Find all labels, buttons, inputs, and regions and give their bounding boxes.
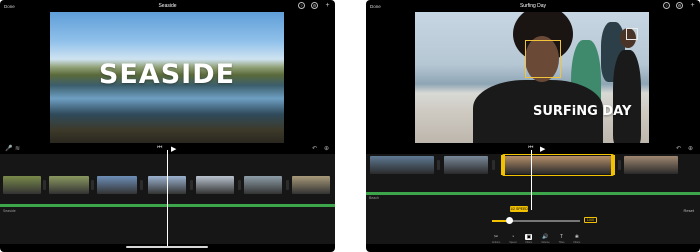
transition-icon[interactable] (140, 180, 143, 190)
add-icon[interactable]: + (324, 2, 331, 9)
tool-actions[interactable]: ✂ Actions (492, 234, 500, 244)
zoom-icon[interactable]: ⊕ (688, 145, 693, 152)
left-ipad-screen: Done Seaside ? ⚙ + SEASIDE 🎤 ≋ ⏮ ▶ ↶ ⊕ S… (0, 0, 335, 252)
undo-icon[interactable]: ↶ (312, 145, 317, 152)
project-title: Seaside (158, 3, 177, 9)
tool-label: Volume (541, 241, 550, 244)
project-title: Surfing Day (519, 3, 547, 9)
right-ipad-screen: Done Surfing Day ? ⚙ + SURFiNG DAY ⏮ ▶ ↶… (366, 0, 700, 252)
speed-value-badge: 1/2 SPEED (510, 206, 528, 212)
skip-start-icon[interactable]: ⏮ (157, 145, 162, 152)
tool-label: Filters (573, 241, 581, 244)
transition-icon[interactable] (190, 180, 193, 190)
transition-icon[interactable] (492, 160, 495, 170)
speed-icon: ◔ (511, 234, 515, 240)
clip-filter-icon: ▣ (525, 234, 533, 240)
clip-thumbnail[interactable] (444, 156, 488, 174)
clip-thumbnail[interactable] (3, 176, 41, 194)
help-icon[interactable]: ? (298, 2, 305, 9)
audio-wave-icon[interactable]: ≋ (15, 145, 20, 152)
titles-icon: T (560, 234, 564, 240)
playhead[interactable] (531, 150, 532, 210)
video-viewer[interactable]: SURFiNG DAY (415, 12, 649, 143)
overlay-title: SURFiNG DAY (533, 104, 632, 119)
selected-clip[interactable] (501, 154, 615, 176)
transition-icon[interactable] (238, 180, 241, 190)
tool-speed[interactable]: ◔ Speed (509, 234, 516, 244)
filters-icon: ❀ (574, 234, 579, 240)
undo-icon[interactable]: ↶ (676, 145, 681, 152)
clip-thumbnail[interactable] (196, 176, 234, 194)
tool-filters[interactable]: ❀ Filters (573, 234, 580, 244)
transition-icon[interactable] (43, 180, 46, 190)
volume-icon: 🔊 (542, 234, 549, 240)
audio-track-label: Seaside (3, 209, 16, 213)
add-icon[interactable]: + (689, 2, 696, 9)
zoom-icon[interactable]: ⊕ (324, 145, 329, 152)
trim-handle-left[interactable] (501, 155, 505, 175)
tool-label: Actions (492, 241, 501, 244)
timeline[interactable]: Beach (366, 154, 700, 244)
tool-label: Titles (558, 241, 565, 244)
clip-thumbnail[interactable] (292, 176, 330, 194)
tool-clip-filter[interactable]: ▣ Filters (525, 234, 532, 244)
tool-label: Filters (525, 241, 533, 244)
home-indicator[interactable] (126, 246, 208, 248)
play-icon[interactable]: ▶ (540, 145, 545, 153)
inspector-toolbar: ✂ Actions ◔ Speed ▣ Filters 🔊 Volume T Titles ❀ Fil… (492, 234, 580, 244)
audio-track-label: Beach (369, 196, 379, 200)
top-bar: Done Seaside ? ⚙ + (0, 0, 335, 12)
tool-label: Speed (509, 241, 517, 244)
transition-icon[interactable] (91, 180, 94, 190)
tool-titles[interactable]: T Titles (559, 234, 565, 244)
clip-thumbnail[interactable] (370, 156, 434, 174)
settings-icon[interactable]: ⚙ (676, 2, 683, 9)
surfer-right (613, 50, 641, 143)
mic-icon[interactable]: 🎤 (5, 145, 12, 152)
face-tracking-box[interactable] (626, 28, 638, 40)
help-icon[interactable]: ? (663, 2, 670, 9)
trim-handle-right[interactable] (611, 155, 615, 175)
actions-icon: ✂ (494, 234, 499, 240)
overlay-title: SEASIDE (98, 59, 236, 90)
video-viewer[interactable]: SEASIDE (50, 12, 284, 143)
playhead[interactable] (167, 150, 168, 246)
clip-thumbnail[interactable] (49, 176, 89, 194)
clip-thumbnail[interactable] (97, 176, 137, 194)
audio-track[interactable] (366, 192, 700, 195)
playback-controls: ⏮ ▶ ↶ ⊕ (366, 143, 700, 154)
clip-thumbnail[interactable] (244, 176, 282, 194)
transition-icon[interactable] (286, 180, 289, 190)
clip-thumbnail[interactable] (624, 156, 678, 174)
top-bar: Done Surfing Day ? ⚙ + (366, 0, 700, 12)
speed-end-label: 1/4X (584, 217, 597, 223)
transition-icon[interactable] (437, 160, 440, 170)
play-icon[interactable]: ▶ (171, 145, 176, 153)
face-tracking-box[interactable] (525, 40, 561, 78)
reset-button[interactable]: Reset (684, 208, 694, 213)
transition-icon[interactable] (618, 160, 621, 170)
tool-volume[interactable]: 🔊 Volume (541, 234, 549, 244)
settings-icon[interactable]: ⚙ (311, 2, 318, 9)
